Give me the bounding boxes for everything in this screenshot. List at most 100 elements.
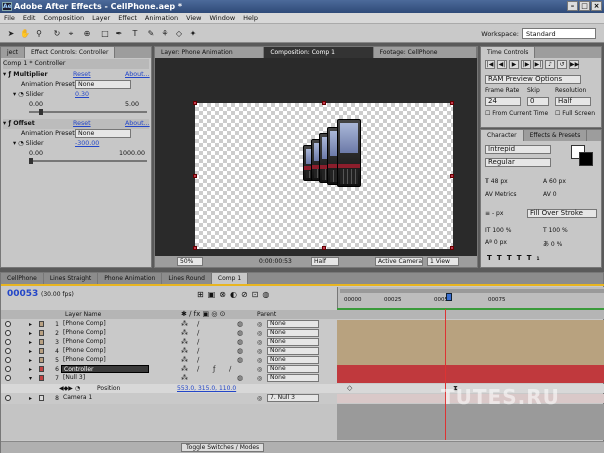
eye-icon[interactable] [5, 339, 11, 345]
shy-icon[interactable]: ⁂ [181, 338, 188, 347]
work-area-bar[interactable] [340, 289, 604, 293]
menu-composition[interactable]: Composition [43, 13, 84, 23]
stopwatch-icon[interactable]: ▾ ◔ [13, 91, 26, 98]
phone-layer-image[interactable] [337, 119, 361, 187]
loop-icon[interactable]: ↺ [557, 60, 567, 69]
keyframe-nav-icon[interactable]: ◀◆▶ [59, 384, 73, 393]
layer-row[interactable]: ▸ 1 [Phone Comp] ⁂ ∕ ◍ ◎ None [1, 320, 604, 329]
tsume-field[interactable]: あ 0 % [543, 239, 562, 248]
previous-frame-icon[interactable]: ◀| [497, 60, 507, 69]
horizontal-scale-field[interactable]: T 100 % [543, 227, 568, 234]
kerning-field[interactable]: AV Metrics [485, 191, 517, 198]
last-frame-icon[interactable]: ▶| [533, 60, 543, 69]
tab-phone-animation[interactable]: Phone Animation [98, 273, 163, 284]
menu-file[interactable]: File [4, 13, 15, 23]
parent-dropdown[interactable]: None [267, 374, 319, 382]
font-size-field[interactable]: 𝐓 48 px [485, 178, 508, 186]
eye-icon[interactable] [5, 357, 11, 363]
expand-triangle-icon[interactable]: ▸ [29, 394, 32, 403]
reset-link[interactable]: Reset [73, 119, 91, 129]
resolution-dropdown[interactable]: Half [555, 97, 591, 106]
bounding-handle[interactable] [322, 101, 326, 105]
quality-icon[interactable]: ∕ [197, 320, 199, 329]
quality-icon[interactable]: ∕ [197, 338, 199, 347]
tab-cellphone[interactable]: CellPhone [1, 273, 44, 284]
camera-tool-icon[interactable]: ⌖ [66, 28, 76, 39]
menu-edit[interactable]: Edit [23, 13, 36, 23]
bounding-handle[interactable] [322, 246, 326, 250]
eye-icon[interactable] [5, 330, 11, 336]
bounding-handle[interactable] [193, 174, 197, 178]
tab-composition-viewer[interactable]: Composition: Comp 1 [264, 47, 374, 58]
3d-layer-icon[interactable]: ◍ [237, 347, 243, 356]
expand-triangle-icon[interactable]: ▸ [29, 338, 32, 347]
bounding-handle[interactable] [450, 246, 454, 250]
font-family-dropdown[interactable]: Intrepid [485, 145, 551, 154]
expand-triangle-icon[interactable]: ▸ [29, 347, 32, 356]
layer-name[interactable]: [Phone Comp] [61, 329, 149, 337]
preview-options-dropdown[interactable]: RAM Preview Options [485, 75, 581, 84]
parent-dropdown[interactable]: None [267, 347, 319, 355]
play-icon[interactable]: ▶ [509, 60, 519, 69]
tab-comp-1[interactable]: Comp 1 [211, 273, 249, 284]
layer-row[interactable]: ▸ 2 [Phone Comp] ⁂ ∕ ◍ ◎ None [1, 329, 604, 338]
ram-preview-icon[interactable]: ▶▶ [569, 60, 579, 69]
menu-window[interactable]: Window [210, 13, 236, 23]
clone-tool-icon[interactable]: ⚘ [160, 28, 170, 39]
label-color[interactable] [39, 321, 44, 327]
column-layer-name[interactable]: Layer Name [65, 310, 101, 319]
layer-name[interactable]: [Phone Comp] [61, 356, 149, 364]
effect-multiplier[interactable]: ▾ ƒ Multiplier Reset About... [3, 70, 150, 80]
stroke-mode-dropdown[interactable]: Fill Over Stroke [527, 209, 597, 218]
font-style-dropdown[interactable]: Regular [485, 158, 551, 167]
pickwhip-icon[interactable]: ◎ [257, 394, 262, 403]
3d-layer-icon[interactable]: ◍ [237, 374, 243, 383]
3d-layer-icon[interactable]: ◍ [237, 356, 243, 365]
pickwhip-icon[interactable]: ◎ [257, 347, 262, 356]
rectangle-tool-icon[interactable]: □ [100, 28, 110, 39]
tab-character[interactable]: Character [481, 130, 524, 141]
animation-presets-dropdown[interactable]: None [75, 129, 131, 138]
shy-icon[interactable]: ⁂ [181, 374, 188, 383]
from-current-time-checkbox[interactable]: ☐ From Current Time [485, 110, 548, 117]
slider-track[interactable] [29, 160, 147, 162]
timeline-switch-icons[interactable]: ⊞▣⊗◐⊘⊡◍ [197, 290, 273, 299]
pan-behind-tool-icon[interactable]: ⊕ [82, 28, 92, 39]
label-color[interactable] [39, 366, 44, 372]
expand-triangle-icon[interactable]: ▸ [29, 329, 32, 338]
position-value[interactable]: 553.0, 315.0, 110.0 [177, 384, 236, 393]
3d-layer-icon[interactable]: ◍ [237, 320, 243, 329]
layer-row[interactable]: ▸ 5 [Phone Comp] ⁂ ∕ ◍ ◎ None [1, 356, 604, 365]
pen-tool-icon[interactable]: ✒ [114, 28, 124, 39]
shy-icon[interactable]: ⁂ [181, 329, 188, 338]
label-color[interactable] [39, 395, 44, 401]
layer-duration-bar[interactable] [337, 365, 604, 374]
label-color[interactable] [39, 348, 44, 354]
quality-icon[interactable]: ∕ [197, 356, 199, 365]
menu-animation[interactable]: Animation [145, 13, 178, 23]
quality-icon[interactable]: ∕ [197, 329, 199, 338]
stroke-width-field[interactable]: ≡ - px [485, 210, 503, 217]
time-ruler[interactable]: 00000 00025 00050 00075 [337, 287, 604, 309]
vertical-scale-field[interactable]: IT 100 % [485, 227, 511, 234]
toggle-switches-modes-button[interactable]: Toggle Switches / Modes [181, 443, 265, 452]
faux-style-buttons[interactable]: TTTTT₁ [487, 254, 545, 262]
first-frame-icon[interactable]: |◀ [485, 60, 495, 69]
stopwatch-icon[interactable]: ▾ ◔ [13, 140, 26, 147]
timeline-current-time[interactable]: 00053 [7, 289, 38, 299]
reset-link[interactable]: Reset [73, 70, 91, 80]
column-parent[interactable]: Parent [257, 310, 276, 319]
eye-icon[interactable] [5, 366, 11, 372]
shy-icon[interactable]: ⁂ [181, 356, 188, 365]
zoom-dropdown[interactable]: 50% [177, 257, 203, 266]
tab-project[interactable]: ject [1, 47, 26, 58]
shy-icon[interactable]: ⁂ [181, 320, 188, 329]
close-icon[interactable]: × [591, 1, 602, 11]
bounding-handle[interactable] [193, 246, 197, 250]
quality-icon[interactable]: ∕ [197, 347, 199, 356]
slider-track[interactable] [29, 111, 147, 113]
menu-effect[interactable]: Effect [118, 13, 137, 23]
parent-dropdown[interactable]: None [267, 329, 319, 337]
comp-canvas[interactable] [193, 101, 454, 250]
slider-handle[interactable] [39, 109, 43, 115]
